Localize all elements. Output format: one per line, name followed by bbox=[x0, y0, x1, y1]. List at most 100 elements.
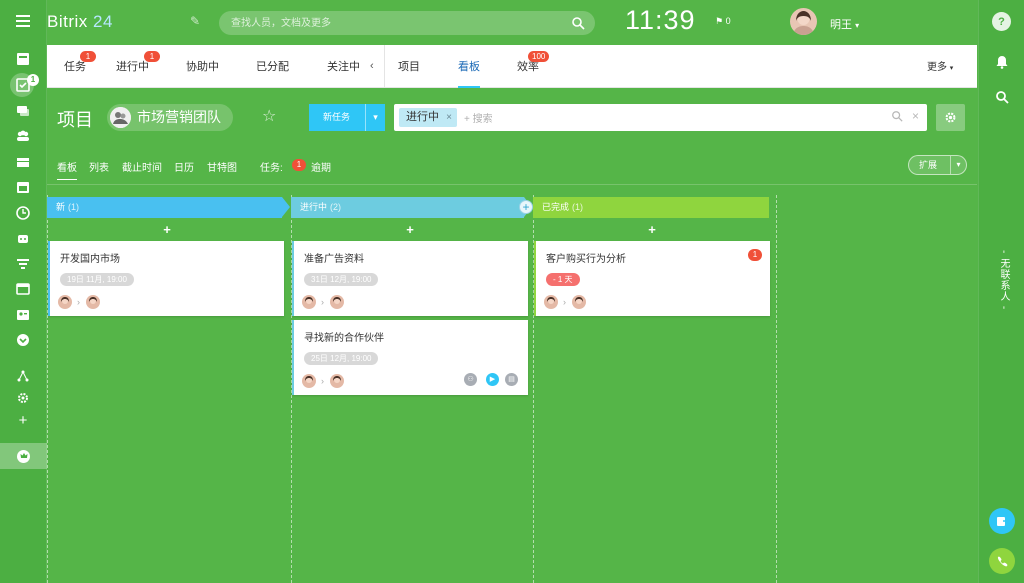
help-icon[interactable]: ? bbox=[992, 12, 1011, 31]
column-header-in-progress[interactable]: 进行中 (2) bbox=[291, 197, 532, 218]
tab-assigned[interactable]: 已分配 bbox=[256, 45, 289, 88]
task-deadline[interactable]: 25日 12月, 19:00 bbox=[304, 352, 379, 365]
view-deadline[interactable]: 截止时间 bbox=[122, 159, 162, 174]
overdue-label[interactable]: 逾期 bbox=[311, 159, 331, 174]
clock-icon[interactable] bbox=[15, 205, 31, 221]
users-icon[interactable] bbox=[15, 128, 31, 144]
creator-avatar[interactable] bbox=[58, 295, 72, 309]
divider bbox=[47, 184, 977, 185]
clock[interactable]: 11:39 bbox=[625, 5, 696, 36]
settings-button[interactable] bbox=[936, 104, 965, 131]
task-title[interactable]: 开发国内市场 bbox=[60, 250, 120, 265]
view-kanban[interactable]: 看板 bbox=[57, 159, 77, 180]
tab-assisting[interactable]: 协助中 bbox=[186, 45, 219, 88]
chevron-down-icon[interactable]: ▾ bbox=[365, 104, 385, 131]
logo-name: Bitrix bbox=[47, 12, 88, 31]
phone-icon bbox=[997, 556, 1007, 566]
add-icon[interactable]: + bbox=[15, 412, 31, 429]
add-task-button[interactable]: + bbox=[534, 223, 770, 236]
settings-icon[interactable] bbox=[15, 390, 31, 406]
task-card[interactable]: 开发国内市场 19日 11月, 19:00 › bbox=[48, 241, 284, 316]
no-contacts-label: - 无联系人 - bbox=[998, 250, 1009, 311]
task-card[interactable]: 寻找新的合作伙伴 25日 12月, 19:00 › ⚇ ▶ ▤ bbox=[292, 320, 528, 395]
add-task-button[interactable]: + bbox=[292, 223, 528, 236]
calendar-icon[interactable] bbox=[15, 179, 31, 195]
new-task-button[interactable]: 新任务 ▾ bbox=[309, 104, 385, 131]
overdue-count-badge[interactable]: 1 bbox=[292, 159, 306, 171]
chevron-left-icon[interactable]: ‹ bbox=[370, 60, 374, 72]
drive-icon[interactable] bbox=[15, 154, 31, 170]
flag-counter[interactable]: ⚑ 0 bbox=[715, 16, 731, 27]
tab-more[interactable]: 更多 ▾ bbox=[927, 45, 953, 88]
add-task-button[interactable]: + bbox=[49, 223, 285, 236]
tab-following[interactable]: 关注中 bbox=[327, 45, 360, 88]
menu-icon[interactable] bbox=[16, 15, 30, 27]
global-search[interactable] bbox=[219, 11, 595, 35]
add-column-icon[interactable]: + bbox=[519, 200, 533, 214]
search-icon[interactable] bbox=[891, 110, 903, 122]
arrow-icon: › bbox=[321, 376, 324, 386]
responsible-avatar[interactable] bbox=[86, 295, 100, 309]
chat-icon[interactable] bbox=[15, 103, 31, 119]
task-card[interactable]: 准备广告资料 31日 12月, 19:00 › bbox=[292, 241, 528, 316]
bell-icon[interactable] bbox=[994, 54, 1010, 70]
user-avatar[interactable] bbox=[790, 8, 817, 35]
filter-icon[interactable] bbox=[15, 256, 31, 272]
contact-card-icon[interactable] bbox=[15, 307, 31, 323]
task-deadline[interactable]: 19日 11月, 19:00 bbox=[60, 273, 134, 286]
task-title[interactable]: 准备广告资料 bbox=[304, 250, 364, 265]
screen-share-button[interactable] bbox=[989, 508, 1015, 534]
filter-search[interactable]: 进行中 × + 搜索 × bbox=[394, 104, 927, 131]
filter-search-input[interactable]: + 搜索 bbox=[464, 110, 493, 125]
tab-projects[interactable]: 项目 bbox=[398, 45, 420, 88]
column-header-done[interactable]: 已完成 (1) bbox=[533, 197, 769, 218]
delegate-icon[interactable]: ⚇ bbox=[464, 373, 477, 386]
view-calendar[interactable]: 日历 bbox=[174, 159, 194, 174]
chevron-down-icon[interactable]: ▾ bbox=[950, 156, 966, 174]
creator-avatar[interactable] bbox=[544, 295, 558, 309]
column-name: 已完成 bbox=[542, 202, 570, 212]
task-card[interactable]: 客户购买行为分析 1 - 1 天 › bbox=[534, 241, 770, 316]
column-header-new[interactable]: 新 (1) bbox=[47, 197, 290, 218]
robot-icon[interactable] bbox=[15, 230, 31, 246]
view-list[interactable]: 列表 bbox=[89, 159, 109, 174]
responsible-avatar[interactable] bbox=[330, 374, 344, 388]
close-icon[interactable]: × bbox=[446, 108, 452, 127]
chevron-down-icon: ▾ bbox=[855, 21, 860, 30]
task-title[interactable]: 客户购买行为分析 bbox=[546, 250, 626, 265]
arrow-icon: › bbox=[563, 297, 566, 307]
global-search-input[interactable] bbox=[219, 11, 549, 35]
tab-tasks-badge: 1 bbox=[80, 51, 96, 62]
apps-button[interactable] bbox=[0, 443, 47, 469]
pencil-icon[interactable]: ✎ bbox=[190, 14, 200, 28]
star-icon[interactable]: ☆ bbox=[262, 106, 276, 126]
comment-icon[interactable]: ▤ bbox=[505, 373, 518, 386]
filter-chip[interactable]: 进行中 × bbox=[399, 108, 457, 127]
task-title[interactable]: 寻找新的合作伙伴 bbox=[304, 329, 384, 344]
more-down-icon[interactable] bbox=[15, 332, 31, 348]
view-gantt[interactable]: 甘特图 bbox=[207, 159, 237, 174]
sitemap-icon[interactable] bbox=[15, 368, 31, 384]
expand-button[interactable]: 扩展 ▾ bbox=[908, 155, 967, 175]
search-icon[interactable] bbox=[994, 89, 1010, 105]
creator-avatar[interactable] bbox=[302, 374, 316, 388]
tab-kanban[interactable]: 看板 bbox=[458, 45, 480, 88]
feed-icon[interactable] bbox=[15, 51, 31, 67]
creator-avatar[interactable] bbox=[302, 295, 316, 309]
search-icon[interactable] bbox=[571, 16, 585, 30]
responsible-avatar[interactable] bbox=[572, 295, 586, 309]
play-icon[interactable]: ▶ bbox=[486, 373, 499, 386]
window-icon[interactable] bbox=[15, 281, 31, 297]
task-deadline[interactable]: - 1 天 bbox=[546, 273, 580, 286]
arrow-icon: › bbox=[77, 297, 80, 307]
call-button[interactable] bbox=[989, 548, 1015, 574]
task-deadline[interactable]: 31日 12月, 19:00 bbox=[304, 273, 379, 286]
group-selector[interactable]: 市场营销团队 bbox=[107, 104, 233, 131]
responsible-avatar[interactable] bbox=[330, 295, 344, 309]
tasks-counter-label: 任务: bbox=[260, 163, 283, 174]
user-menu[interactable]: 明王 ▾ bbox=[830, 16, 859, 32]
app-logo[interactable]: Bitrix 24 bbox=[47, 12, 113, 32]
tab-in-progress[interactable]: 进行中 bbox=[116, 45, 149, 88]
arrow-icon: › bbox=[321, 297, 324, 307]
clear-icon[interactable]: × bbox=[912, 109, 919, 123]
